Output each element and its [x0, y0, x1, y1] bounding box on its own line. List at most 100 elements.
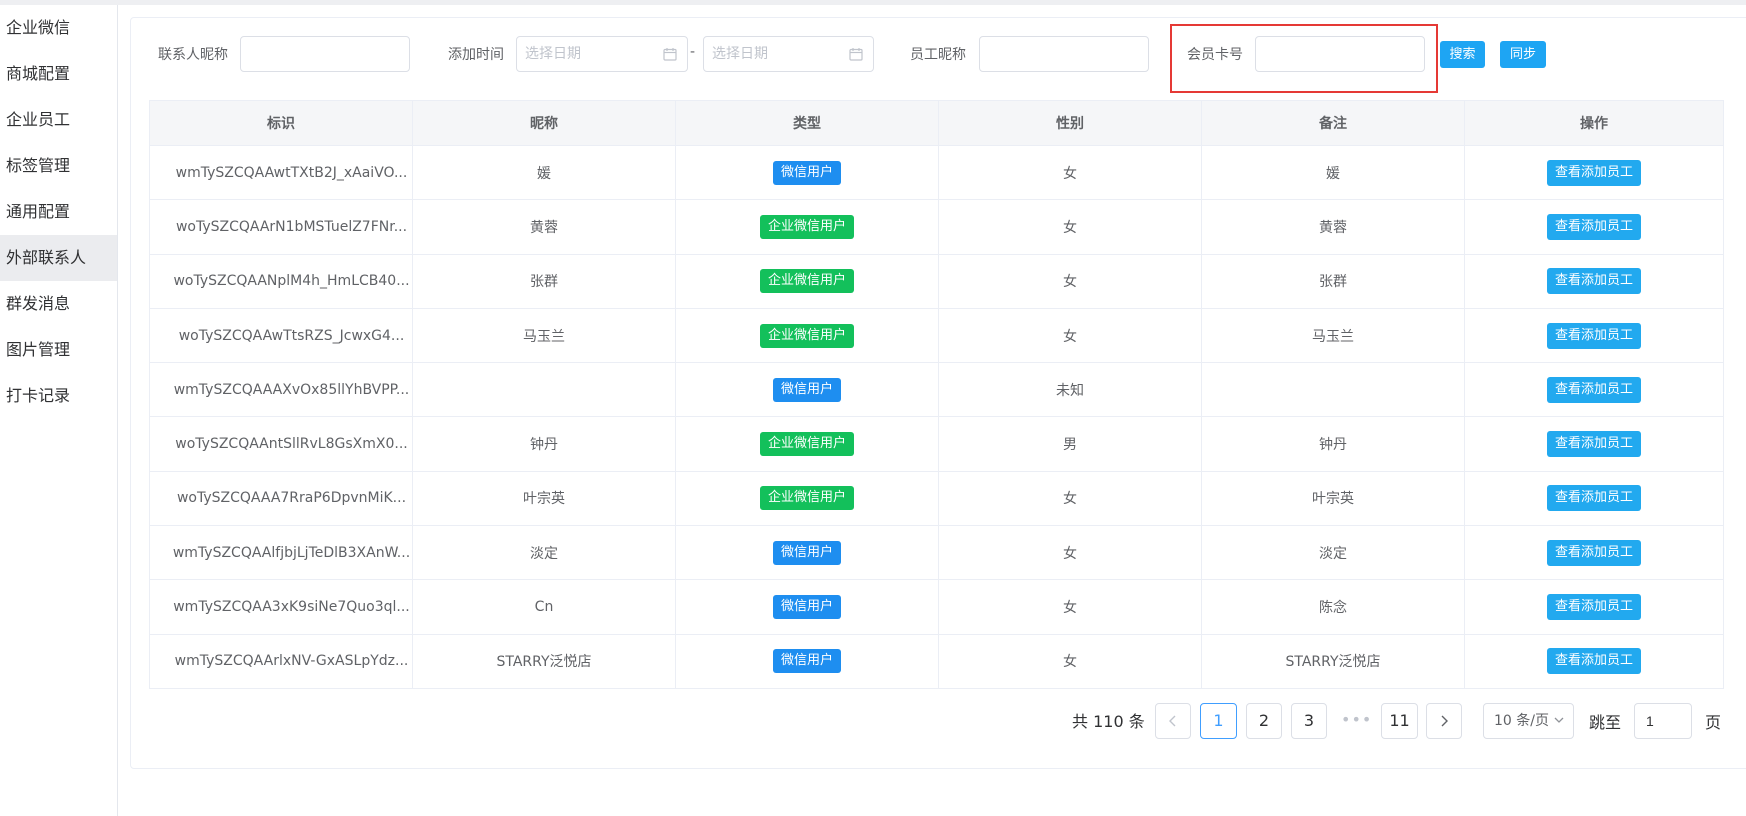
cell-nickname [412, 362, 676, 418]
page-size-select[interactable]: 10 条/页 [1483, 703, 1574, 739]
table-row: wmTySZCQAArlxNV-GxASLpYdz... STARRY泛悦店 微… [149, 633, 1724, 689]
table-row: woTySZCQAANplM4h_HmLCB40... 张群 企业微信用户 女 … [149, 253, 1724, 309]
cell-id: woTySZCQAANplM4h_HmLCB40... [149, 253, 413, 309]
sidebar: 企业微信 商城配置 企业员工 标签管理 通用配置 外部联系人 群发消息 图片管理… [0, 5, 118, 816]
cell-remark: 媛 [1201, 144, 1465, 201]
column-header-nickname: 昵称 [412, 100, 676, 146]
view-added-employees-button[interactable]: 查看添加员工 [1546, 648, 1641, 675]
cell-gender: 女 [938, 633, 1202, 689]
page-11-button[interactable]: 11 [1381, 703, 1418, 739]
cell-remark: 张群 [1201, 253, 1465, 309]
table-header: 标识 昵称 类型 性别 备注 操作 [149, 100, 1724, 146]
cell-nickname: 媛 [412, 144, 676, 201]
cell-nickname: Cn [412, 579, 676, 635]
cell-remark: 钟丹 [1201, 416, 1465, 472]
cell-nickname: 马玉兰 [412, 307, 676, 364]
jump-to-label: 跳至 [1589, 713, 1622, 732]
type-tag: 企业微信用户 [759, 432, 854, 457]
cell-nickname: STARRY泛悦店 [412, 633, 676, 689]
sidebar-item-employees[interactable]: 企业员工 [0, 97, 117, 143]
add-time-label: 添加时间 [448, 47, 504, 63]
jump-to-page-input[interactable] [1634, 703, 1692, 739]
chevron-left-icon [1169, 715, 1176, 727]
more-pages-indicator[interactable]: ••• [1341, 703, 1371, 739]
sidebar-item-general-config[interactable]: 通用配置 [0, 189, 117, 235]
view-added-employees-button[interactable]: 查看添加员工 [1546, 431, 1641, 458]
cell-remark: 黄蓉 [1201, 199, 1465, 255]
sidebar-item-mass-message[interactable]: 群发消息 [0, 281, 117, 327]
prev-page-button[interactable] [1155, 703, 1191, 739]
view-added-employees-button[interactable]: 查看添加员工 [1546, 485, 1641, 512]
date-range-separator: - [690, 44, 696, 60]
cell-nickname: 叶宗英 [412, 470, 676, 527]
cell-id: woTySZCQAAntSllRvL8GsXmX0... [149, 416, 413, 472]
type-tag: 微信用户 [772, 595, 841, 620]
member-card-input[interactable] [1255, 36, 1425, 72]
type-tag: 企业微信用户 [759, 486, 854, 511]
view-added-employees-button[interactable]: 查看添加员工 [1546, 376, 1641, 403]
cell-gender: 女 [938, 579, 1202, 635]
cell-remark: 马玉兰 [1201, 307, 1465, 364]
type-tag: 微信用户 [772, 649, 841, 674]
start-date-input[interactable]: 选择日期 [516, 36, 688, 72]
cell-id: wmTySZCQAAAXvOx85llYhBVPP... [149, 362, 413, 418]
cell-id: wmTySZCQAAlfjbjLjTeDlB3XAnW... [149, 525, 413, 581]
cell-nickname: 黄蓉 [412, 199, 676, 255]
type-tag: 企业微信用户 [759, 323, 854, 348]
column-header-id: 标识 [149, 100, 413, 146]
cell-gender: 女 [938, 307, 1202, 364]
type-tag: 微信用户 [772, 377, 841, 402]
sidebar-item-tags[interactable]: 标签管理 [0, 143, 117, 189]
cell-id: wmTySZCQAArlxNV-GxASLpYdz... [149, 633, 413, 689]
cell-remark: STARRY泛悦店 [1201, 633, 1465, 689]
calendar-icon [663, 48, 677, 61]
view-added-employees-button[interactable]: 查看添加员工 [1546, 539, 1641, 566]
cell-remark [1201, 362, 1465, 418]
view-added-employees-button[interactable]: 查看添加员工 [1546, 213, 1641, 240]
employee-nickname-input[interactable] [979, 36, 1149, 72]
cell-gender: 女 [938, 253, 1202, 309]
contacts-table: 标识 昵称 类型 性别 备注 操作 wmTySZCQAAwtTXtB2J_xAa… [149, 100, 1724, 689]
cell-gender: 女 [938, 470, 1202, 527]
chevron-right-icon [1441, 715, 1448, 727]
page-2-button[interactable]: 2 [1246, 703, 1282, 739]
end-date-input[interactable]: 选择日期 [703, 36, 874, 72]
member-card-label: 会员卡号 [1187, 47, 1243, 63]
search-button[interactable]: 搜索 [1440, 41, 1485, 68]
table-row: wmTySZCQAAAXvOx85llYhBVPP... 微信用户 未知 查看添… [149, 362, 1724, 418]
view-added-employees-button[interactable]: 查看添加员工 [1546, 268, 1641, 295]
cell-id: woTySZCQAAwTtsRZS_JcwxG4... [149, 307, 413, 364]
cell-remark: 陈念 [1201, 579, 1465, 635]
cell-gender: 男 [938, 416, 1202, 472]
cell-gender: 女 [938, 199, 1202, 255]
cell-gender: 女 [938, 525, 1202, 581]
type-tag: 企业微信用户 [759, 214, 854, 239]
sidebar-item-external-contacts[interactable]: 外部联系人 [0, 235, 117, 281]
table-row: wmTySZCQAA3xK9siNe7Quo3ql... Cn 微信用户 女 陈… [149, 579, 1724, 635]
start-date-placeholder: 选择日期 [525, 46, 581, 62]
view-added-employees-button[interactable]: 查看添加员工 [1546, 594, 1641, 621]
page-3-button[interactable]: 3 [1291, 703, 1327, 739]
type-tag: 企业微信用户 [759, 269, 854, 294]
cell-id: woTySZCQAArN1bMSTuelZ7FNr... [149, 199, 413, 255]
sidebar-item-mall-config[interactable]: 商城配置 [0, 51, 117, 97]
view-added-employees-button[interactable]: 查看添加员工 [1546, 159, 1641, 186]
end-date-placeholder: 选择日期 [712, 46, 768, 62]
chevron-down-icon [1554, 717, 1564, 723]
table-row: wmTySZCQAAwtTXtB2J_xAaiVO... 媛 微信用户 女 媛 … [149, 144, 1724, 201]
sync-button[interactable]: 同步 [1500, 41, 1546, 68]
cell-remark: 叶宗英 [1201, 470, 1465, 527]
view-added-employees-button[interactable]: 查看添加员工 [1546, 322, 1641, 349]
column-header-type: 类型 [675, 100, 939, 146]
cell-remark: 淡定 [1201, 525, 1465, 581]
next-page-button[interactable] [1426, 703, 1462, 739]
contact-nickname-input[interactable] [240, 36, 410, 72]
sidebar-item-wecom[interactable]: 企业微信 [0, 5, 117, 51]
sidebar-item-checkin-records[interactable]: 打卡记录 [0, 373, 117, 419]
column-header-actions: 操作 [1464, 100, 1724, 146]
sidebar-item-images[interactable]: 图片管理 [0, 327, 117, 373]
table-row: woTySZCQAAntSllRvL8GsXmX0... 钟丹 企业微信用户 男… [149, 416, 1724, 472]
table-row: woTySZCQAAwTtsRZS_JcwxG4... 马玉兰 企业微信用户 女… [149, 307, 1724, 364]
contact-nickname-label: 联系人昵称 [158, 47, 228, 63]
page-1-button[interactable]: 1 [1200, 703, 1237, 739]
